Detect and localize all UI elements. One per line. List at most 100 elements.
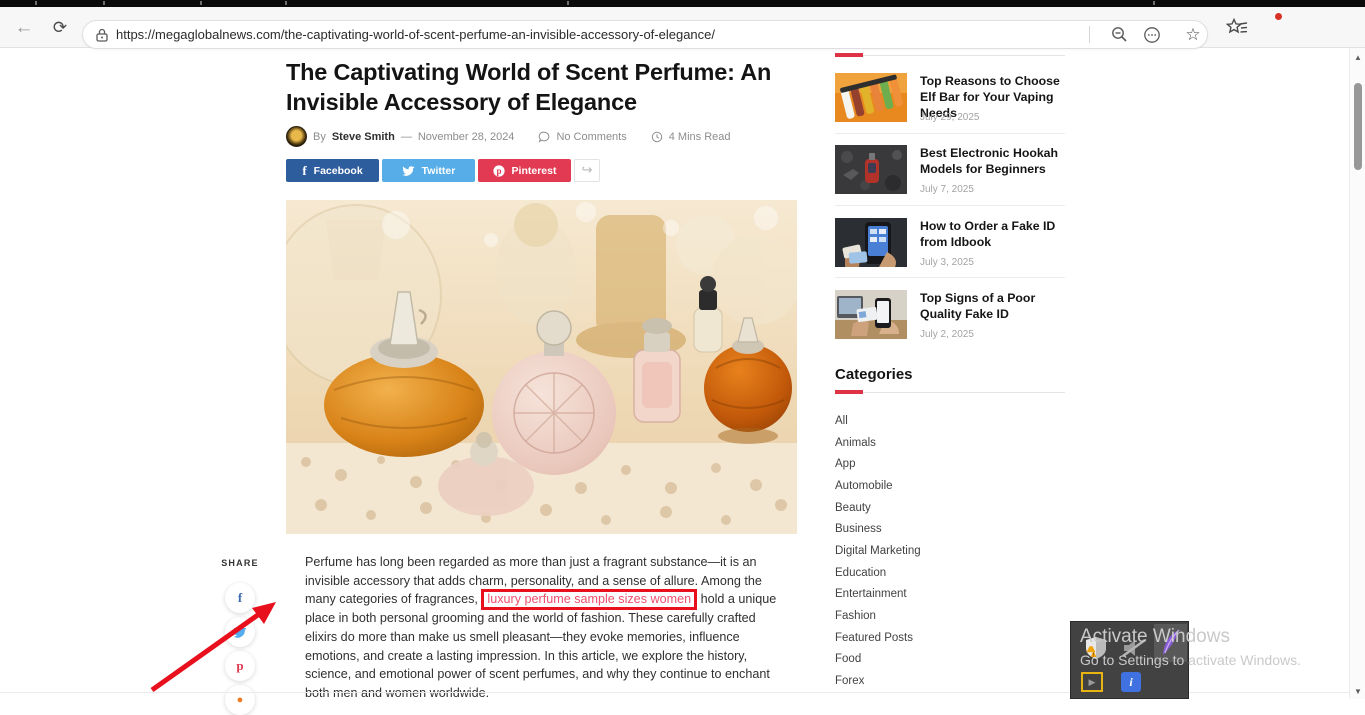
keyword-link[interactable]: luxury perfume sample sizes women xyxy=(481,589,697,610)
author-name[interactable]: Steve Smith xyxy=(332,131,395,143)
twitter-bird-icon xyxy=(402,165,415,176)
orange-share-icon: ● xyxy=(237,694,244,706)
adblock-shield-icon[interactable]: ! xyxy=(1085,636,1107,660)
svg-text:p: p xyxy=(496,166,501,176)
comment-bubble-icon xyxy=(538,131,550,143)
scrollbar-thumb[interactable] xyxy=(1354,83,1362,170)
twitter-share-button[interactable]: Twitter xyxy=(382,159,475,182)
back-button[interactable]: ← xyxy=(8,7,40,48)
zoom-out-icon xyxy=(1111,26,1128,43)
lock-icon xyxy=(96,28,108,42)
byline-prefix: By xyxy=(313,131,326,143)
sidebar-tab-underline xyxy=(835,55,1065,56)
pinterest-share-button[interactable]: p Pinterest xyxy=(478,159,571,182)
share-rail-twitter-button[interactable] xyxy=(225,617,255,647)
article-paragraph: Perfume has long been regarded as more t… xyxy=(305,553,783,703)
post-title[interactable]: Best Electronic Hookah Models for Beginn… xyxy=(920,145,1065,177)
site-options-button[interactable] xyxy=(1138,21,1166,48)
categories-heading: Categories xyxy=(835,366,913,383)
comments-count[interactable]: No Comments xyxy=(556,131,626,143)
article-hero-image xyxy=(286,200,797,534)
sidebar-post[interactable]: Top Reasons to Choose Elf Bar for Your V… xyxy=(835,73,1065,133)
tab-edge-tick xyxy=(1153,1,1155,5)
category-link[interactable]: Featured Posts xyxy=(835,627,1065,649)
feather-icon xyxy=(1160,628,1182,658)
facebook-icon: f xyxy=(302,163,306,179)
paragraph-text-after: hold a unique place in both personal gro… xyxy=(305,592,776,700)
tab-edge-tick xyxy=(567,1,569,5)
tab-edge-tick xyxy=(35,1,37,5)
sidebar-post[interactable]: Best Electronic Hookah Models for Beginn… xyxy=(835,145,1065,205)
categories-underline-accent xyxy=(835,390,863,394)
star-checklist-icon xyxy=(1226,18,1248,37)
pinterest-icon: p xyxy=(493,165,505,177)
pinterest-icon: p xyxy=(236,658,243,674)
refresh-icon: ⟳ xyxy=(53,18,67,38)
author-avatar[interactable] xyxy=(286,126,307,147)
pinterest-label: Pinterest xyxy=(512,165,557,177)
browser-toolbar: ← ⟳ https://megaglobalnews.com/the-capti… xyxy=(0,7,1365,48)
twitter-label: Twitter xyxy=(422,165,456,177)
category-link[interactable]: App xyxy=(835,453,1065,475)
post-title[interactable]: Top Signs of a Poor Quality Fake ID xyxy=(920,290,1065,322)
play-icon: ▶ xyxy=(1089,677,1096,688)
favorite-star-button[interactable]: ☆ xyxy=(1178,21,1208,48)
scroll-down-icon[interactable]: ▼ xyxy=(1350,684,1365,698)
category-link[interactable]: Animals xyxy=(835,432,1065,454)
category-link[interactable]: Business xyxy=(835,518,1065,540)
category-link[interactable]: Beauty xyxy=(835,497,1065,519)
category-link[interactable]: All xyxy=(835,410,1065,432)
post-date: July 29, 2025 xyxy=(920,112,980,123)
category-link[interactable]: Food xyxy=(835,649,1065,671)
category-link[interactable]: Fashion xyxy=(835,605,1065,627)
star-icon: ☆ xyxy=(1185,25,1200,45)
post-date: July 7, 2025 xyxy=(920,184,974,195)
url-bar[interactable]: https://megaglobalnews.com/the-captivati… xyxy=(82,20,1208,49)
share-arrow-icon: ↪ xyxy=(582,163,593,178)
category-link[interactable]: Automobile xyxy=(835,475,1065,497)
page-scrollbar[interactable]: ▲ ▼ xyxy=(1349,48,1365,699)
scroll-up-icon[interactable]: ▲ xyxy=(1350,50,1365,64)
tab-edge-tick xyxy=(285,1,287,5)
facebook-share-button[interactable]: f Facebook xyxy=(286,159,379,182)
category-link[interactable]: Education xyxy=(835,562,1065,584)
sidebar-post[interactable]: Top Signs of a Poor Quality Fake ID July… xyxy=(835,290,1065,350)
urlbar-divider xyxy=(1089,26,1090,43)
category-link[interactable]: Digital Marketing xyxy=(835,540,1065,562)
category-link[interactable]: Entertainment xyxy=(835,584,1065,606)
share-rail-pinterest-button[interactable]: p xyxy=(225,651,255,681)
twitter-bird-icon xyxy=(233,626,247,638)
article-byline: By Steve Smith — November 28, 2024 No Co… xyxy=(286,126,731,147)
share-rail-more-button[interactable]: ● xyxy=(225,685,255,715)
clock-icon xyxy=(651,131,663,143)
post-date: July 3, 2025 xyxy=(920,257,974,268)
share-rail-label: SHARE xyxy=(217,558,263,568)
share-button-row: f Facebook Twitter p Pinterest ↪ xyxy=(286,159,600,182)
read-time: 4 Mins Read xyxy=(669,131,731,143)
window-top-strip xyxy=(0,0,1365,7)
info-icon: i xyxy=(1129,675,1132,690)
categories-underline xyxy=(835,392,1065,393)
sidebar-post[interactable]: How to Order a Fake ID from Idbook July … xyxy=(835,218,1065,278)
url-text: https://megaglobalnews.com/the-captivati… xyxy=(116,27,715,42)
zoom-out-button[interactable] xyxy=(1105,21,1133,48)
circled-ellipsis-icon xyxy=(1143,26,1161,44)
category-link[interactable]: Forex xyxy=(835,670,1065,692)
sidebar-divider xyxy=(835,205,1065,206)
post-title[interactable]: How to Order a Fake ID from Idbook xyxy=(920,218,1065,250)
back-icon: ← xyxy=(15,17,34,39)
byline-dash: — xyxy=(401,131,412,143)
extension-overlay: ! ▶ i xyxy=(1070,621,1189,699)
favorites-hub-button[interactable] xyxy=(1222,7,1252,48)
share-rail-facebook-button[interactable]: f xyxy=(225,583,255,613)
refresh-button[interactable]: ⟳ xyxy=(44,7,76,48)
svg-text:!: ! xyxy=(1093,653,1095,659)
more-share-button[interactable]: ↪ xyxy=(574,159,600,182)
info-extension-button[interactable]: i xyxy=(1121,672,1141,692)
categories-list: All Animals App Automobile Beauty Busine… xyxy=(835,410,1065,692)
sidebar-tab-indicator xyxy=(835,53,863,57)
play-extension-button[interactable]: ▶ xyxy=(1081,672,1103,692)
feather-extension-button[interactable] xyxy=(1154,624,1187,662)
tab-edge-tick xyxy=(103,1,105,5)
mute-speaker-icon[interactable] xyxy=(1121,638,1147,658)
